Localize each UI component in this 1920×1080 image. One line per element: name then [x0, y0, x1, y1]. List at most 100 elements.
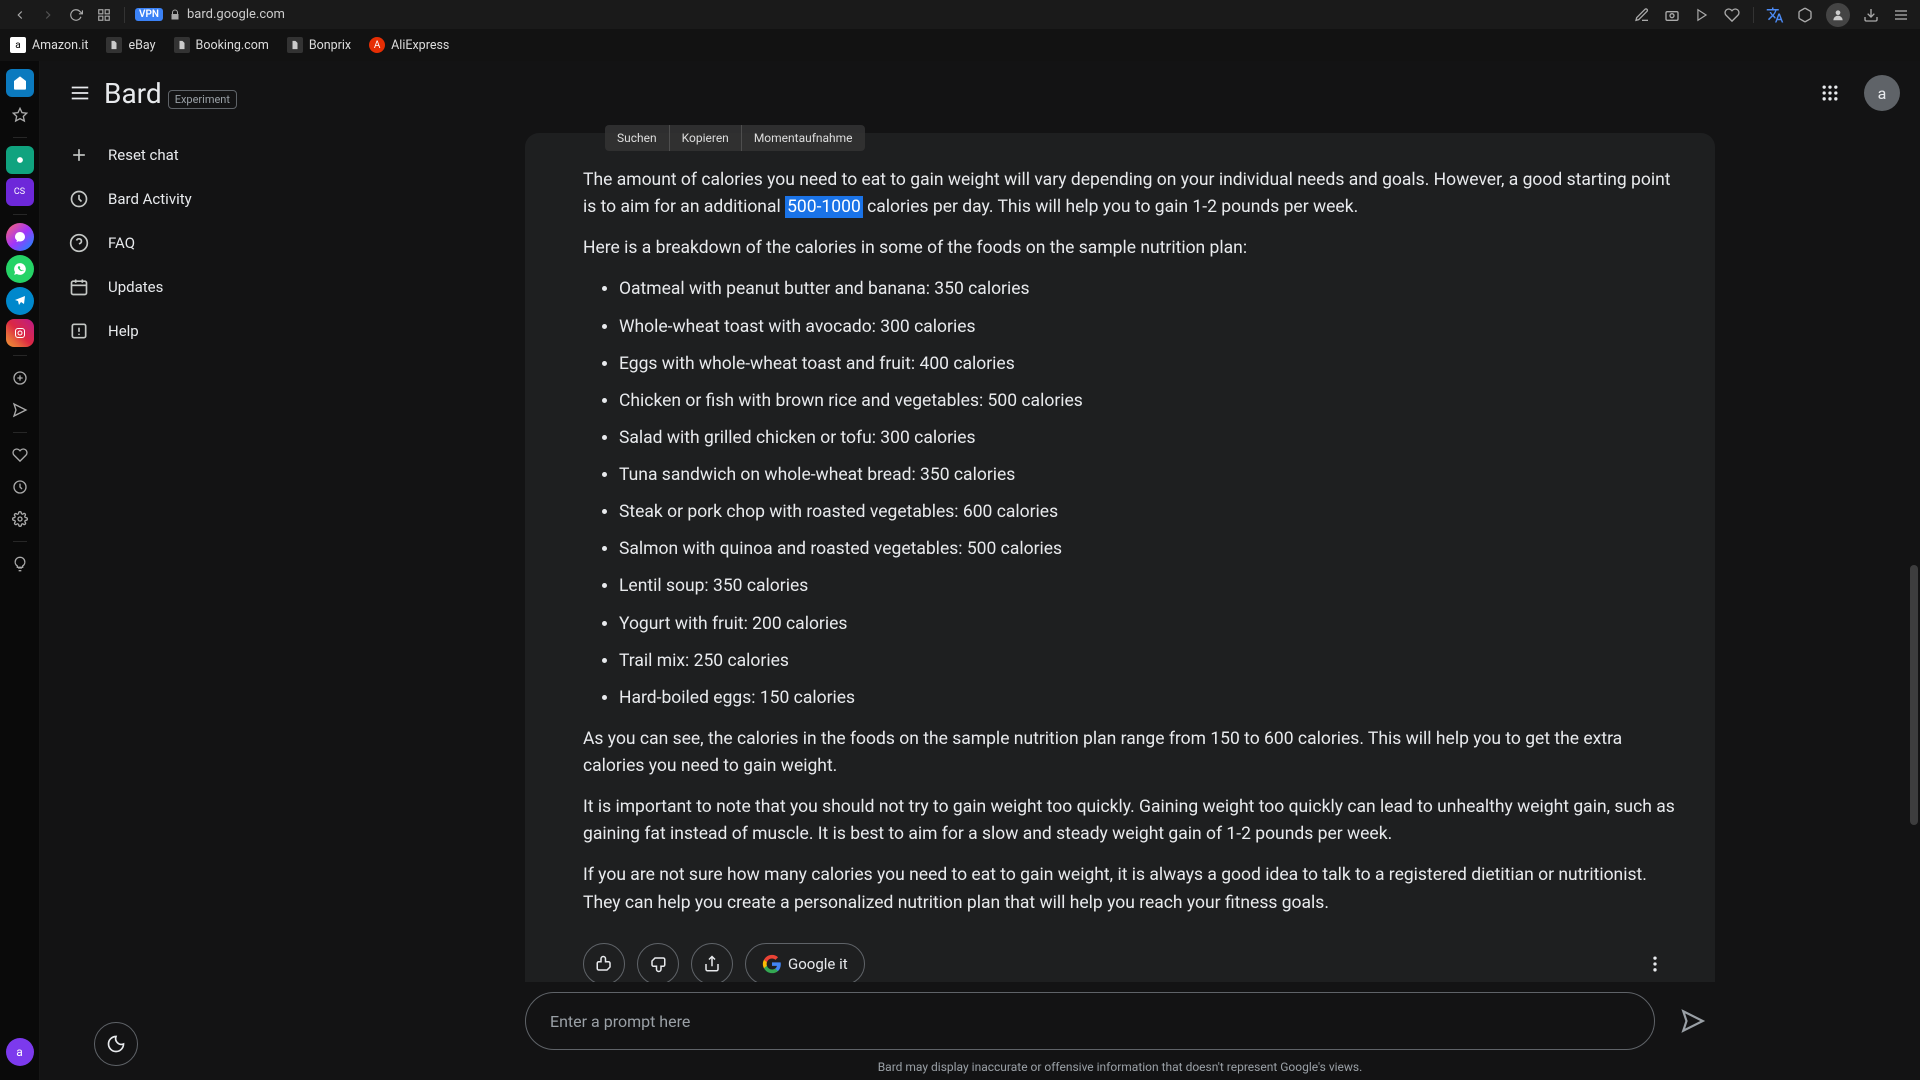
response-card: Suchen Kopieren Momentaufnahme The amoun… [525, 133, 1715, 982]
address-bar[interactable]: VPN bard.google.com [135, 7, 285, 22]
bard-logo: Bard Experiment [104, 77, 237, 110]
left-rail: CS a [0, 61, 40, 1080]
sidebar-item-label: Reset chat [108, 146, 179, 164]
sidebar-item-label: Updates [108, 278, 163, 296]
google-apps-icon[interactable] [1810, 73, 1850, 113]
sidebar-faq[interactable]: FAQ [54, 221, 320, 265]
play-icon[interactable] [1693, 6, 1711, 24]
thumbs-down-button[interactable] [637, 943, 679, 982]
alert-icon [68, 320, 90, 342]
rail-instagram-icon[interactable] [6, 319, 34, 347]
prompt-input-container[interactable] [525, 992, 1655, 1050]
sidebar-updates[interactable]: Updates [54, 265, 320, 309]
rail-heart-icon[interactable] [6, 441, 34, 469]
list-item: Lentil soup: 350 calories [619, 573, 1675, 600]
vpn-badge: VPN [135, 8, 163, 21]
ctx-copy[interactable]: Kopieren [670, 125, 741, 151]
hamburger-menu[interactable] [60, 73, 100, 113]
main-content: Suchen Kopieren Momentaufnahme The amoun… [320, 61, 1920, 1080]
rail-user-icon[interactable]: a [6, 1038, 34, 1066]
bookmark-aliexpress[interactable]: AAliExpress [369, 37, 449, 53]
experiment-badge: Experiment [168, 90, 237, 109]
disclaimer-text: Bard may display inaccurate or offensive… [878, 1056, 1363, 1080]
response-actions: Google it [583, 943, 1675, 982]
bookmark-bonprix[interactable]: Bonprix [287, 37, 351, 53]
back-button[interactable] [10, 5, 30, 25]
list-item: Trail mix: 250 calories [619, 648, 1675, 675]
bookmark-label: Amazon.it [32, 38, 88, 53]
advice-paragraph: If you are not sure how many calories yo… [583, 862, 1675, 916]
list-item: Oatmeal with peanut butter and banana: 3… [619, 276, 1675, 303]
rail-send-icon[interactable] [6, 396, 34, 424]
list-item: Tuna sandwich on whole-wheat bread: 350 … [619, 462, 1675, 489]
sidebar-item-label: Bard Activity [108, 190, 192, 208]
summary-paragraph: As you can see, the calories in the food… [583, 726, 1675, 780]
lock-icon [169, 9, 181, 21]
url-text: bard.google.com [187, 7, 285, 22]
calendar-icon [68, 276, 90, 298]
sidebar-reset-chat[interactable]: Reset chat [54, 133, 320, 177]
theme-fab[interactable] [94, 1022, 138, 1066]
list-item: Salad with grilled chicken or tofu: 300 … [619, 425, 1675, 452]
heart-icon[interactable] [1723, 6, 1741, 24]
rail-telegram-icon[interactable] [6, 287, 34, 315]
rail-star-icon[interactable] [6, 101, 34, 129]
list-item: Steak or pork chop with roasted vegetabl… [619, 499, 1675, 526]
download-icon[interactable] [1862, 6, 1880, 24]
rail-history-icon[interactable] [6, 473, 34, 501]
separator [13, 355, 27, 356]
ctx-snapshot[interactable]: Momentaufnahme [742, 125, 865, 151]
rail-messenger-icon[interactable] [6, 223, 34, 251]
reload-button[interactable] [66, 5, 86, 25]
tabs-button[interactable] [94, 5, 114, 25]
rail-settings-icon[interactable] [6, 505, 34, 533]
google-logo-icon [762, 954, 782, 974]
edit-icon[interactable] [1633, 6, 1651, 24]
list-item: Hard-boiled eggs: 150 calories [619, 685, 1675, 712]
camera-icon[interactable] [1663, 6, 1681, 24]
app-topbar: Bard Experiment a [40, 61, 1920, 125]
google-it-button[interactable]: Google it [745, 943, 865, 982]
rail-whatsapp-icon[interactable] [6, 255, 34, 283]
sidebar-help[interactable]: Help [54, 309, 320, 353]
browser-avatar[interactable] [1826, 3, 1850, 27]
food-list: Oatmeal with peanut butter and banana: 3… [619, 276, 1675, 712]
highlighted-text[interactable]: 500-1000 [785, 196, 863, 218]
list-item: Salmon with quinoa and roasted vegetable… [619, 536, 1675, 563]
breakdown-heading: Here is a breakdown of the calories in s… [583, 235, 1675, 262]
prompt-input[interactable] [550, 1012, 1630, 1031]
sidebar-item-label: Help [108, 322, 139, 340]
bookmark-label: Bonprix [309, 38, 351, 53]
rail-bulb-icon[interactable] [6, 550, 34, 578]
rail-cs-icon[interactable]: CS [6, 178, 34, 206]
ctx-search[interactable]: Suchen [605, 125, 669, 151]
separator [13, 432, 27, 433]
rail-chat-icon[interactable] [6, 364, 34, 392]
share-button[interactable] [691, 943, 733, 982]
more-options-button[interactable] [1635, 944, 1675, 982]
bookmark-booking[interactable]: Booking.com [174, 37, 269, 53]
rail-chatgpt-icon[interactable] [6, 146, 34, 174]
user-avatar[interactable]: a [1864, 75, 1900, 111]
scroll-area[interactable]: Suchen Kopieren Momentaufnahme The amoun… [320, 125, 1920, 982]
send-button[interactable] [1671, 999, 1715, 1043]
rail-home-icon[interactable] [6, 69, 34, 97]
response-text: The amount of calories you need to eat t… [583, 167, 1675, 917]
bookmark-label: AliExpress [391, 38, 449, 53]
list-item: Chicken or fish with brown rice and vege… [619, 388, 1675, 415]
bookmark-amazon[interactable]: aAmazon.it [10, 37, 88, 53]
menu-icon[interactable] [1892, 6, 1910, 24]
forward-button[interactable] [38, 5, 58, 25]
translate-icon[interactable] [1766, 6, 1784, 24]
sidebar-item-label: FAQ [108, 234, 135, 252]
cube-icon[interactable] [1796, 6, 1814, 24]
button-label: Google it [788, 955, 848, 973]
bookmark-ebay[interactable]: eBay [106, 37, 155, 53]
thumbs-up-button[interactable] [583, 943, 625, 982]
sidebar-bard-activity[interactable]: Bard Activity [54, 177, 320, 221]
list-item: Yogurt with fruit: 200 calories [619, 611, 1675, 638]
activity-icon [68, 188, 90, 210]
scrollbar[interactable] [1910, 565, 1918, 825]
list-item: Eggs with whole-wheat toast and fruit: 4… [619, 351, 1675, 378]
browser-toolbar: VPN bard.google.com [0, 0, 1920, 29]
